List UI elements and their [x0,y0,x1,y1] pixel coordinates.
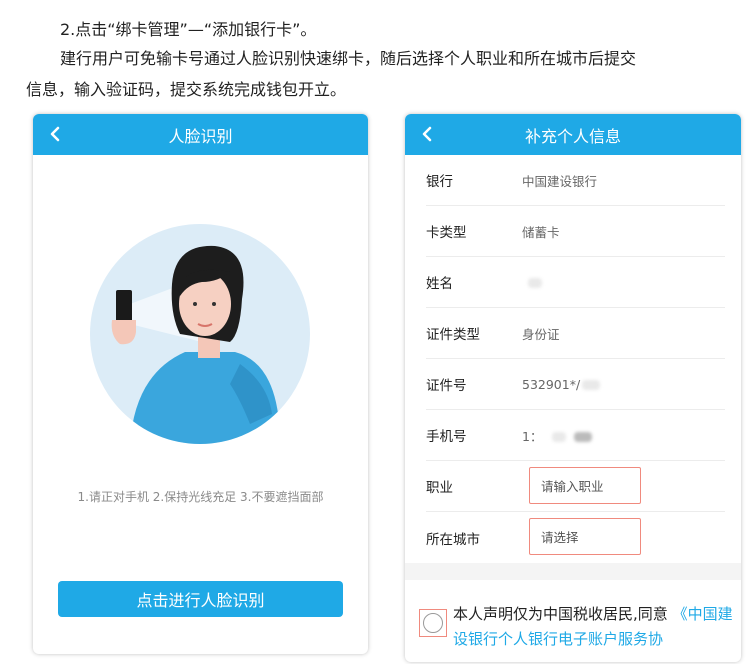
face-recognition-header: 人脸识别 [33,114,368,155]
step-heading: 2.点击“绑卡管理”—“添加银行卡”。 [60,20,317,39]
consent-checkbox[interactable] [419,609,447,637]
id-number-value: 532901*/ [522,377,601,392]
name-value-redacted [522,275,542,290]
name-label: 姓名 [426,276,453,292]
phone-value: 1： [522,426,593,445]
card-type-value: 储蓄卡 [522,224,560,240]
occupation-input[interactable]: 请输入职业 [529,467,641,504]
phone-row: 手机号 1： [426,410,725,461]
face-scan-illustration [90,224,310,444]
bank-value: 中国建设银行 [522,173,598,189]
bank-label: 银行 [426,174,453,190]
start-face-recognition-button[interactable]: 点击进行人脸识别 [58,581,343,617]
page-title: 补充个人信息 [524,126,621,146]
id-number-label: 证件号 [426,378,467,394]
radio-circle-icon [423,613,443,633]
id-type-label: 证件类型 [426,327,480,343]
card-type-row: 卡类型 储蓄卡 [426,206,725,257]
occupation-label: 职业 [426,480,453,496]
consent-text: 本人声明仅为中国税收居民,同意 《中国建设银行个人银行电子账户服务协 [453,602,733,652]
personal-info-header: 补充个人信息 [405,114,741,155]
face-recognition-screen: 人脸识别 1.请正对手机 2.保持光线充足 3.不要遮挡面部 点击进行人脸识别 [33,114,368,654]
city-select[interactable]: 请选择 [529,518,641,555]
face-recognition-hint: 1.请正对手机 2.保持光线充足 3.不要遮挡面部 [77,490,324,504]
id-type-value: 身份证 [522,326,560,342]
id-number-row: 证件号 532901*/ [426,359,725,410]
page-title: 人脸识别 [168,126,233,146]
instruction-paragraph-line-2: 信息，输入验证码，提交系统完成钱包开立。 [26,80,347,99]
consent-statement: 本人声明仅为中国税收居民,同意 [453,605,668,623]
section-divider [405,563,741,580]
city-label: 所在城市 [426,531,480,548]
city-row: 所在城市 请选择 [426,512,725,563]
back-arrow-icon[interactable] [417,123,437,145]
consent-section: 本人声明仅为中国税收居民,同意 《中国建设银行个人银行电子账户服务协 [405,592,741,662]
bank-row: 银行 中国建设银行 [426,155,725,206]
phone-label: 手机号 [426,429,467,445]
personal-info-form: 银行 中国建设银行 卡类型 储蓄卡 姓名 证件类型 身份证 证件号 532901… [405,155,741,580]
card-type-label: 卡类型 [426,225,467,241]
personal-info-screen: 补充个人信息 银行 中国建设银行 卡类型 储蓄卡 姓名 证件类型 身份证 证件号… [405,114,741,662]
name-row: 姓名 [426,257,725,308]
instruction-paragraph-line-1: 建行用户可免输卡号通过人脸识别快速绑卡，随后选择个人职业和所在城市后提交 [60,49,637,68]
occupation-row: 职业 请输入职业 [426,461,725,512]
id-type-row: 证件类型 身份证 [426,308,725,359]
back-arrow-icon[interactable] [45,123,65,145]
